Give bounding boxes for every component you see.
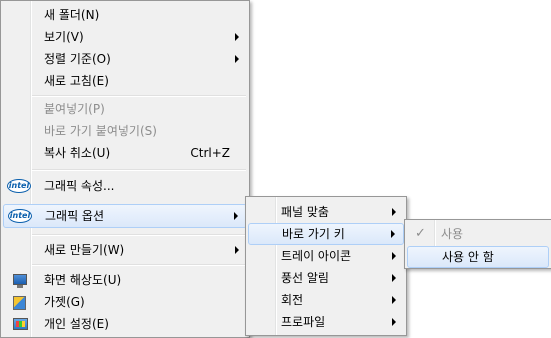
menu-item-paste[interactable]: 붙여넣기(P) <box>3 98 247 120</box>
intel-logo-icon: intel <box>7 179 31 193</box>
monitor-icon <box>13 274 27 288</box>
menu-item-graphics-options[interactable]: intel 그래픽 옵션 <box>3 204 247 228</box>
submenu-arrow-icon <box>234 212 238 220</box>
submenu-arrow-icon <box>391 230 395 238</box>
submenu-item-balloon-notify[interactable]: 풍선 알림 <box>248 267 404 289</box>
menu-item-new-folder[interactable]: 새 폴더(N) <box>3 4 247 26</box>
menu-item-label: 가젯(G) <box>44 295 85 309</box>
menu-separator <box>32 169 246 171</box>
menu-item-label: 개인 설정(E) <box>44 317 109 331</box>
submenu-item-panel-fit[interactable]: 패널 맞춤 <box>248 201 404 223</box>
menu-item-label: 붙여넣기(P) <box>44 102 105 116</box>
menu-item-label: 보기(V) <box>44 30 84 44</box>
graphics-options-submenu: 패널 맞춤 바로 가기 키 트레이 아이콘 풍선 알림 회전 프로파일 <box>245 196 407 336</box>
menu-item-screen-resolution[interactable]: 화면 해상도(U) <box>3 269 247 291</box>
menu-item-label: 바로 가기 키 <box>282 227 345 241</box>
menu-item-label: 그래픽 옵션 <box>45 209 105 223</box>
menu-item-label: 새 폴더(N) <box>44 8 100 22</box>
menu-item-graphics-properties[interactable]: intel 그래픽 속성... <box>3 175 247 197</box>
submenu-item-enable[interactable]: ✓ 사용 <box>407 223 549 245</box>
menu-item-label: 새로 만들기(W) <box>44 243 125 257</box>
menu-item-label: 정렬 기준(O) <box>44 52 111 66</box>
menu-item-label: 그래픽 속성... <box>44 179 115 193</box>
menu-item-label: 트레이 아이콘 <box>281 249 352 263</box>
submenu-arrow-icon <box>392 318 396 326</box>
menu-item-paste-shortcut[interactable]: 바로 가기 붙여넣기(S) <box>3 120 247 142</box>
menu-separator <box>32 234 246 236</box>
menu-item-label: 복사 취소(U) <box>44 146 111 160</box>
menu-item-label: 프로파일 <box>281 315 326 329</box>
intel-logo-icon: intel <box>8 209 32 223</box>
checkmark-icon: ✓ <box>415 226 426 241</box>
submenu-arrow-icon <box>392 296 396 304</box>
submenu-arrow-icon <box>392 252 396 260</box>
submenu-arrow-icon <box>235 55 239 63</box>
submenu-item-profiles[interactable]: 프로파일 <box>248 311 404 333</box>
hotkeys-submenu: ✓ 사용 사용 안 함 <box>404 219 551 269</box>
menu-item-label: 화면 해상도(U) <box>44 273 122 287</box>
menu-item-label: 새로 고침(E) <box>44 74 109 88</box>
menu-item-label: 사용 <box>441 227 464 241</box>
menu-item-label: 풍선 알림 <box>281 271 329 285</box>
submenu-item-hotkeys[interactable]: 바로 가기 키 <box>248 223 404 245</box>
menu-item-label: 바로 가기 붙여넣기(S) <box>44 124 157 138</box>
menu-item-view[interactable]: 보기(V) <box>3 26 247 48</box>
submenu-arrow-icon <box>392 208 396 216</box>
menu-item-personalize[interactable]: 개인 설정(E) <box>3 313 247 335</box>
menu-item-label: 사용 안 함 <box>442 250 494 264</box>
menu-item-undo-copy[interactable]: 복사 취소(U) Ctrl+Z <box>3 142 247 164</box>
submenu-item-rotation[interactable]: 회전 <box>248 289 404 311</box>
submenu-arrow-icon <box>392 274 396 282</box>
gadget-icon <box>13 296 26 310</box>
menu-item-label: 패널 맞춤 <box>281 205 329 219</box>
menu-item-gadgets[interactable]: 가젯(G) <box>3 291 247 313</box>
menu-separator <box>32 264 246 266</box>
submenu-arrow-icon <box>235 33 239 41</box>
menu-item-label: 회전 <box>281 293 304 307</box>
submenu-item-tray-icon[interactable]: 트레이 아이콘 <box>248 245 404 267</box>
submenu-item-disable[interactable]: 사용 안 함 <box>407 246 549 268</box>
menu-item-refresh[interactable]: 새로 고침(E) <box>3 70 247 92</box>
menu-item-shortcut: Ctrl+Z <box>190 146 230 160</box>
personalize-icon <box>13 318 28 330</box>
menu-item-new[interactable]: 새로 만들기(W) <box>3 239 247 261</box>
submenu-arrow-icon <box>235 246 239 254</box>
menu-item-sort-by[interactable]: 정렬 기준(O) <box>3 48 247 70</box>
desktop-context-menu: 새 폴더(N) 보기(V) 정렬 기준(O) 새로 고침(E) 붙여넣기(P) … <box>0 0 250 338</box>
menu-separator <box>32 95 246 97</box>
